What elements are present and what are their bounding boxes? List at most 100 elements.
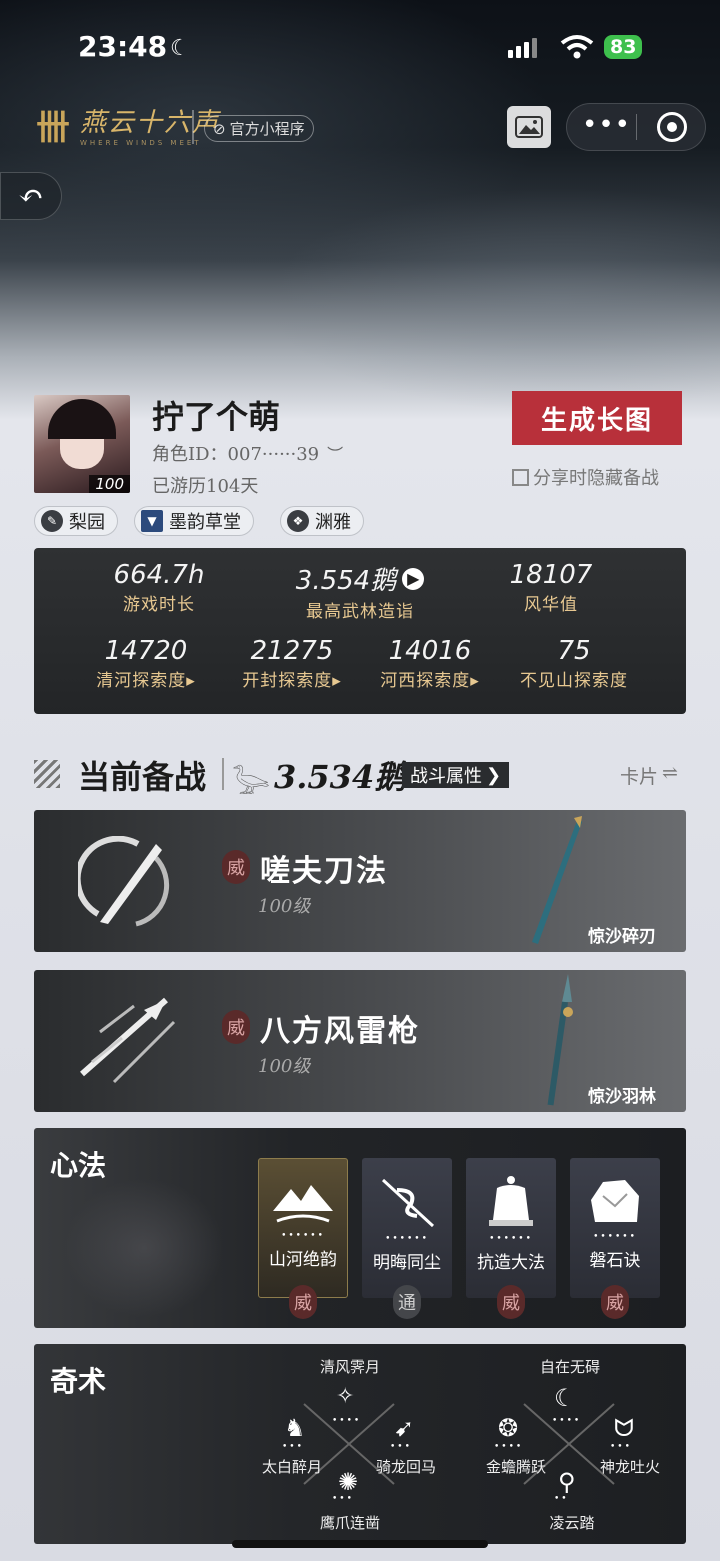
serpent-sword-icon: [381, 1178, 435, 1228]
spear-art-icon: [80, 997, 176, 1084]
drunken-moon-icon: ♞: [284, 1414, 306, 1442]
xinfa-item-3[interactable]: •••••• 抗造大法: [466, 1158, 556, 1298]
weapon-card-2[interactable]: 威 八方风雷枪 100级 惊沙羽林: [34, 970, 686, 1112]
tag-liyuan[interactable]: ✎ 梨园: [34, 506, 118, 536]
free-spirit-icon: ☾: [554, 1384, 576, 1412]
qishu-2-left-dots: ••••: [494, 1442, 524, 1452]
stat-kaifeng[interactable]: 21275 开封探索度▸: [222, 636, 362, 691]
qishu-1-bottom[interactable]: 鹰爪连凿: [300, 1512, 400, 1533]
weapon-card-1[interactable]: 威 嗟夫刀法 100级 惊沙碎刃: [34, 810, 686, 952]
hide-battle-checkbox[interactable]: [512, 468, 529, 486]
xinfa-item-1-name: 山河绝韵: [269, 1250, 337, 1270]
qishu-panel: 奇术 清风霁月 ✧ •••• ♞ ••• 太白醉月 ➹ ••• 骑龙回马 ✺ •…: [34, 1344, 686, 1544]
qishu-1-bottom-dots: •••: [332, 1494, 354, 1504]
close-miniprogram-icon[interactable]: [657, 112, 687, 142]
status-time: 23:48: [78, 30, 168, 63]
tag-yuanya[interactable]: ❖ 渊雅: [280, 506, 364, 536]
wifi-icon: [560, 34, 594, 64]
xinfa-item-4-dots: ••••••: [593, 1232, 637, 1242]
capsule-divider: [636, 114, 637, 140]
xinfa-item-4-seal: 威: [601, 1285, 629, 1319]
weapon-1-name: 嗟夫刀法: [260, 854, 388, 889]
weapon-1-level: 100级: [258, 896, 311, 917]
caret-right-icon: ▸: [470, 671, 480, 691]
xinfa-item-3-seal: 威: [497, 1285, 525, 1319]
qishu-1-top-dots: ••••: [332, 1416, 362, 1426]
rock-icon: [591, 1180, 639, 1222]
stat-qinghe[interactable]: 14720 清河探索度▸: [76, 636, 216, 691]
guild-banner-icon: ▼: [141, 510, 163, 532]
battle-divider: [222, 758, 224, 790]
weapon-2-name: 八方风雷枪: [260, 1014, 420, 1049]
more-icon[interactable]: •••: [582, 110, 631, 140]
stat-hexi[interactable]: 14016 河西探索度▸: [360, 636, 500, 691]
xinfa-item-1[interactable]: •••••• 山河绝韵: [258, 1158, 348, 1298]
battery-indicator: 83: [604, 35, 643, 59]
image-icon: [515, 116, 543, 138]
xinfa-item-2-dots: ••••••: [385, 1234, 429, 1244]
qishu-2-top-dots: ••••: [552, 1416, 582, 1426]
xinfa-item-4[interactable]: •••••• 磐石诀: [570, 1158, 660, 1298]
hidden-eye-icon[interactable]: ︶: [327, 441, 343, 465]
generate-long-image-button[interactable]: 生成长图: [512, 391, 682, 445]
cloud-emblem-icon: ❖: [287, 510, 309, 532]
role-id: 角色ID：007······39: [152, 444, 320, 465]
battle-title: 当前备战: [78, 758, 207, 796]
qishu-1-top[interactable]: 清风霁月: [300, 1356, 400, 1377]
qishu-2-right-dots: •••: [610, 1442, 632, 1452]
weapon-2-level: 100级: [258, 1056, 311, 1077]
back-arrow-icon: ↶: [18, 178, 44, 214]
stat-bujianshan: 75 不见山探索度: [520, 636, 628, 691]
bell-icon: [489, 1176, 533, 1226]
qishu-2-bottom-dots: ••: [554, 1494, 569, 1504]
sword-art-icon: [78, 836, 170, 927]
cloud-step-icon: ⚲: [558, 1468, 576, 1496]
xinfa-item-3-name: 抗造大法: [477, 1253, 545, 1273]
avatar-level: 100: [89, 475, 130, 493]
hide-battle-option[interactable]: 分享时隐藏备战: [512, 464, 659, 490]
weapon-2-seal: 威: [222, 1010, 250, 1044]
feather-icon: ✎: [41, 510, 63, 532]
tag-moyun[interactable]: ▼ 墨韵草堂: [134, 506, 254, 536]
logo-mark-icon: 卌: [36, 108, 70, 148]
xinfa-ink-decor: [64, 1178, 224, 1318]
combat-attributes-button[interactable]: 战斗属性 ❯: [402, 762, 510, 788]
dragon-horse-icon: ➹: [394, 1414, 415, 1442]
logo-text: 燕云十六声: [80, 108, 221, 138]
header-divider: [192, 110, 194, 144]
xinfa-item-2-name: 明晦同尘: [373, 1253, 441, 1273]
xinfa-item-2-seal: 通: [393, 1285, 421, 1319]
qishu-1-right[interactable]: 骑龙回马: [364, 1456, 448, 1477]
breeze-skill-icon: ✧: [336, 1384, 355, 1409]
dragon-fire-icon: ᗢ: [614, 1414, 634, 1442]
qishu-2-right[interactable]: 神龙吐火: [586, 1456, 674, 1477]
qishu-2-bottom[interactable]: 凌云踏: [522, 1512, 622, 1533]
xinfa-item-2[interactable]: •••••• 明晦同尘: [362, 1158, 452, 1298]
xinfa-item-1-seal: 威: [289, 1285, 317, 1319]
goose-icon: 𓅬: [232, 766, 271, 799]
official-badge: ⊘ 官方小程序: [204, 115, 314, 142]
stat-playtime: 664.7h 游戏时长: [113, 560, 205, 615]
swap-icon: ⇌: [662, 762, 678, 784]
stat-highest-score[interactable]: 3.554鹅 ▶ 最高武林造诣: [270, 560, 450, 622]
qishu-1-left[interactable]: 太白醉月: [252, 1456, 332, 1477]
stat-fenghua: 18107 风华值: [509, 560, 593, 615]
eagle-claw-icon: ✺: [338, 1468, 359, 1496]
qishu-1-left-dots: •••: [282, 1442, 304, 1452]
play-arrow-icon: ▶: [402, 567, 425, 590]
qishu-2-left[interactable]: 金蟾腾跃: [472, 1456, 560, 1477]
back-button[interactable]: ↶: [0, 172, 62, 220]
mountain-river-icon: [273, 1185, 333, 1223]
weapon-1-item: 惊沙碎刃: [588, 927, 656, 947]
spear-icon: [547, 974, 573, 1106]
card-switch-button[interactable]: 卡片 ⇌: [620, 762, 678, 789]
player-name: 拧了个萌: [152, 398, 281, 436]
link-icon: ⊘: [213, 119, 226, 138]
moon-icon: ☾: [170, 36, 190, 61]
weapon-2-item: 惊沙羽林: [588, 1087, 656, 1107]
hero-background: [0, 0, 720, 420]
gallery-button[interactable]: [507, 106, 551, 148]
travel-days: 已游历104天: [152, 476, 259, 497]
avatar[interactable]: 100: [34, 395, 130, 493]
qishu-2-top[interactable]: 自在无碍: [520, 1356, 620, 1377]
